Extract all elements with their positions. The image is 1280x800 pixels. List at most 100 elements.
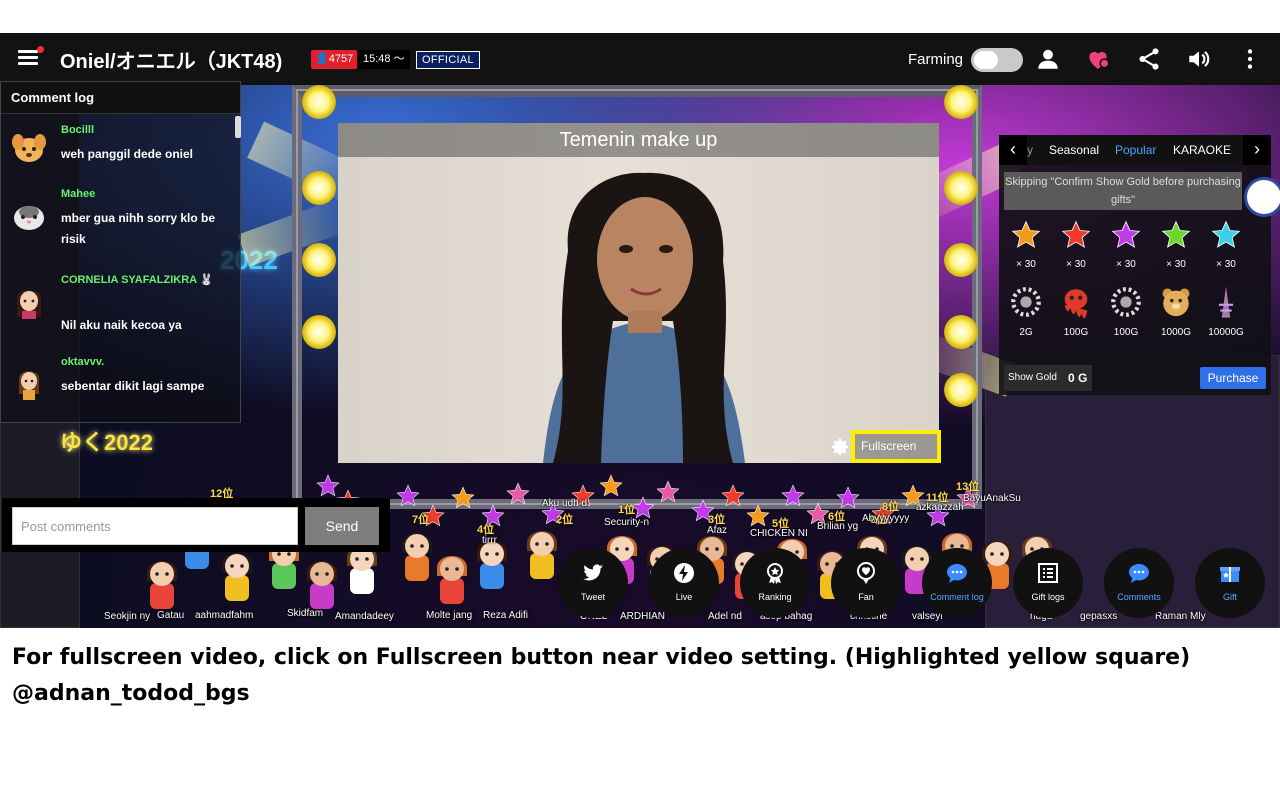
gift-button[interactable]: Gift <box>1195 548 1265 618</box>
gift-count: × 30 <box>1016 259 1036 270</box>
show-gold-box: Show Gold 0 G <box>1004 365 1092 391</box>
video-title: Temenin make up <box>338 123 939 157</box>
comment-log-panel[interactable]: Comment log Bocilll weh panggil dede oni… <box>0 81 241 423</box>
star-gift[interactable]: × 30 <box>1053 219 1099 270</box>
fullscreen-button[interactable]: Fullscreen <box>851 430 941 463</box>
comment-icon <box>1129 564 1149 583</box>
live-video[interactable]: Temenin make up <box>338 123 939 463</box>
octopus-gift-icon <box>1064 289 1088 319</box>
tab-popular[interactable]: Popular <box>1115 143 1156 157</box>
live-button[interactable]: Live <box>649 548 719 618</box>
paid-gift[interactable]: 10000G <box>1203 285 1249 338</box>
thrown-star-icon <box>451 486 475 509</box>
ranking-button[interactable]: Ranking <box>740 548 810 618</box>
send-button[interactable]: Send <box>305 507 379 545</box>
viewer-name-tag: aahmadfahm <box>195 610 254 621</box>
viewer-name-tag: tirrr <box>482 535 497 546</box>
star-gift[interactable]: × 30 <box>1103 219 1149 270</box>
comment-text: sebentar dikit lagi sampe <box>61 379 205 393</box>
viewer-name-tag: azkaazzah <box>916 502 964 513</box>
star-gift[interactable]: × 30 <box>1003 219 1049 270</box>
profile-icon[interactable] <box>1035 46 1061 72</box>
viewer-name-tag: Afaz <box>707 525 728 536</box>
fan-button[interactable]: Fan <box>831 548 901 618</box>
girl-avatar-icon <box>17 290 41 319</box>
viewer-name-tag: BayuAnakSu <box>963 493 1021 504</box>
viewer-name-tag: Molte jang <box>426 610 473 621</box>
tab-seasonal[interactable]: Seasonal <box>1049 143 1099 157</box>
gift-price: 100G <box>1113 327 1139 338</box>
share-icon[interactable] <box>1136 46 1162 72</box>
tab-prev-chevron-icon[interactable]: ‹ <box>999 135 1027 165</box>
paid-gift[interactable]: 100G <box>1053 285 1099 338</box>
thrown-star-icon <box>656 480 680 503</box>
more-options-icon[interactable] <box>1237 46 1263 72</box>
viewer-icon: 👤 <box>315 53 329 65</box>
gift-count: × 30 <box>1216 259 1236 270</box>
comment-username: CORNELIA SYAFALZIKRA 🐰 <box>61 274 214 286</box>
button-label: Fan <box>858 592 874 602</box>
instruction-caption: For fullscreen video, click on Fullscree… <box>12 640 1272 712</box>
paid-gift[interactable]: 2G <box>1003 285 1049 338</box>
star-gift[interactable]: × 30 <box>1153 219 1199 270</box>
follow-heart-icon[interactable] <box>1085 46 1111 72</box>
purchase-button[interactable]: Purchase <box>1200 367 1266 389</box>
star-icon <box>1011 220 1041 248</box>
viewer-name-tag: Raman Mly <box>1155 611 1206 622</box>
viewer-count: 4757 <box>328 53 354 65</box>
notification-dot <box>37 46 44 53</box>
comment-text: Nil aku naik kecoa ya <box>61 318 182 332</box>
menu-icon[interactable] <box>18 46 44 66</box>
show-gold-label: Show Gold <box>1008 372 1057 383</box>
thrown-star-icon <box>781 484 805 507</box>
showroom-screenshot: 2022 ゆく2022 Temenin make up Fullscreen <box>0 33 1280 628</box>
tab-next-chevron-icon[interactable]: › <box>1243 135 1271 165</box>
comment-input[interactable] <box>12 507 298 545</box>
tab-partial[interactable]: y <box>1027 143 1033 157</box>
star-icon <box>1111 220 1141 248</box>
tweet-button[interactable]: Tweet <box>558 548 628 618</box>
gift-icon <box>1220 567 1240 582</box>
lightning-icon <box>674 563 694 583</box>
farming-label: Farming <box>908 51 964 68</box>
caption-author: @adnan_todod_bgs <box>12 681 250 706</box>
comment-icon <box>947 564 967 583</box>
bear-gift-icon <box>1162 288 1190 317</box>
tower-gift-icon <box>1218 286 1234 318</box>
gift-logs-button[interactable]: Gift logs <box>1013 548 1083 618</box>
volume-icon[interactable] <box>1186 46 1212 72</box>
comment-username: Mahee <box>61 188 96 200</box>
dog-avatar-icon <box>12 134 46 162</box>
paid-gift[interactable]: 1000G <box>1153 285 1199 338</box>
rank-label: 2位 <box>556 514 574 526</box>
viewer-name-tag: CHICKEN NI <box>750 528 808 539</box>
thrown-star-icon <box>396 484 420 507</box>
ranking-medal-icon[interactable] <box>1244 177 1280 217</box>
viewer-name-tag: Gatau <box>157 610 185 621</box>
gift-count: × 30 <box>1116 259 1136 270</box>
official-badge: OFFICIAL <box>416 51 480 69</box>
paid-gift[interactable]: 100G <box>1103 285 1149 338</box>
comments-button[interactable]: Comments <box>1104 548 1174 618</box>
button-label: Gift logs <box>1031 592 1065 602</box>
comment-log-button[interactable]: Comment log <box>922 548 992 618</box>
farming-toggle[interactable] <box>971 48 1023 72</box>
star-gift[interactable]: × 30 <box>1203 219 1249 270</box>
comment-text: mber gua nihh sorry klo be risik <box>61 211 216 246</box>
start-time-badge: 15:48 〜 <box>358 50 410 69</box>
rank-label: 7位 <box>412 514 430 526</box>
video-settings-gear-icon[interactable] <box>829 436 851 458</box>
viewer-name-tag: Skidfam <box>287 608 324 619</box>
tab-karaoke[interactable]: KARAOKE <box>1173 143 1231 157</box>
button-label: Comments <box>1117 592 1161 602</box>
viewer-name-tag: ARDHIAN <box>620 611 666 622</box>
thrown-star-icon <box>721 484 745 507</box>
viewer-avatar <box>527 531 557 579</box>
gift-count: × 30 <box>1066 259 1086 270</box>
viewer-name-tag: Amandadeey <box>335 611 394 622</box>
button-label: Gift <box>1222 592 1237 602</box>
comment-text: weh panggil dede oniel <box>61 147 194 161</box>
button-label: Comment log <box>930 592 984 602</box>
viewer-avatar <box>222 553 252 601</box>
comment-log-scrollbar[interactable] <box>235 116 241 138</box>
